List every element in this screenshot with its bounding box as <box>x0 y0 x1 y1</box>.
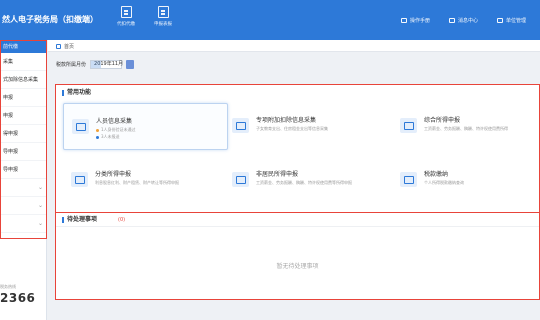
todo-count: (0) <box>118 217 126 223</box>
card-nonresident-income[interactable]: 非居民所得申报 工资薪金、劳务报酬、稿酬、特许权使用费等所得申报 <box>224 157 389 204</box>
info-dot-icon <box>96 135 99 139</box>
tax-period-select[interactable]: 2019年11月 <box>90 60 123 69</box>
todo-header: 待处理事项 (0) <box>56 213 539 227</box>
card-personnel-info[interactable]: 人员信息采集 1人身份验证未通过 3人未报送 <box>63 103 228 150</box>
home-icon <box>56 44 61 49</box>
breadcrumb-home: 首页 <box>64 44 75 50</box>
sidebar-item-report-1[interactable]: 申报 <box>1 89 46 107</box>
sidebar-item-report-2[interactable]: 申报 <box>1 107 46 125</box>
panel-title: 常用功能 <box>62 90 91 96</box>
sidebar-menu: 前代缴 采集 式加除信息采集 申报 申报 得申报 导申报 导申报 ⌄ ⌄ ⌄ ⌄ <box>0 40 47 239</box>
sidebar-item-group-1[interactable]: ⌄ <box>1 179 46 197</box>
unit-manage-link[interactable]: 单位管理 <box>497 17 526 24</box>
sidebar-item-income-report[interactable]: 得申报 <box>1 125 46 143</box>
tax-period: 税款所属月份 2019年11月 <box>56 60 135 69</box>
hotline-number: 2366 <box>0 291 36 305</box>
manual-link[interactable]: 操作手册 <box>401 17 430 24</box>
withholding-button[interactable]: 代扣代缴 <box>109 6 143 36</box>
document-icon <box>120 6 132 18</box>
edit-form-icon <box>232 172 249 187</box>
card-title: 非居民所得申报 <box>256 171 299 178</box>
building-icon <box>497 18 503 23</box>
card-tax-payment[interactable]: 税款缴纳 个人所得税款缴纳查询 <box>392 157 540 204</box>
sidebar-item-label: 申报 <box>3 113 14 119</box>
card-title: 人员信息采集 <box>96 118 133 125</box>
sidebar-item-label: 式加除信息采集 <box>3 77 39 83</box>
sidebar-item-label: 导申报 <box>3 167 19 173</box>
app-title: 然人电子税务局（扣缴端） <box>2 15 98 24</box>
card-detail: 3人未报送 <box>96 134 120 140</box>
chevron-down-icon: ⌄ <box>37 202 43 209</box>
report-form-button-label: 申报表报 <box>154 22 172 27</box>
sidebar-item-guide-report-1[interactable]: 导申报 <box>1 143 46 161</box>
todo-title: 待处理事项 <box>62 217 97 223</box>
sidebar-item-deduction[interactable]: 式加除信息采集 <box>1 71 46 89</box>
mail-icon <box>449 18 455 23</box>
manual-link-label: 操作手册 <box>410 18 431 24</box>
card-detail: 利息股息红利、财产租赁、财产转让等所得申报 <box>95 180 179 185</box>
breadcrumb[interactable]: 首页 <box>56 43 74 50</box>
sidebar-item-guide-report-2[interactable]: 导申报 <box>1 161 46 179</box>
sidebar-item-group-4[interactable]: ⌄ <box>1 233 46 238</box>
sidebar-item-label: 得申报 <box>3 131 19 137</box>
sidebar: 前代缴 采集 式加除信息采集 申报 申报 得申报 导申报 导申报 ⌄ ⌄ ⌄ ⌄… <box>0 40 47 320</box>
warning-dot-icon <box>96 128 99 132</box>
withholding-button-label: 代扣代缴 <box>117 22 135 27</box>
sidebar-item-label: 导申报 <box>3 149 19 155</box>
card-special-deduction[interactable]: 专项附加扣除信息采集 子女教育支出、住房租金支出等信息采集 <box>224 103 389 150</box>
edit-form-icon <box>71 172 88 187</box>
todo-panel: 待处理事项 (0) 暂无待处理事项 <box>55 212 540 300</box>
id-card-icon <box>232 118 249 133</box>
breadcrumb-bar: 首页 <box>48 40 540 52</box>
card-title: 分类所得申报 <box>95 171 132 178</box>
sidebar-item-group-2[interactable]: ⌄ <box>1 197 46 215</box>
message-center-label: 消息中心 <box>458 18 479 24</box>
card-title: 综合所得申报 <box>424 117 461 124</box>
card-detail: 子女教育支出、住房租金支出等信息采集 <box>256 126 328 131</box>
report-icon <box>400 118 417 133</box>
report-form-button[interactable]: 申报表报 <box>146 6 180 36</box>
todo-empty-text: 暂无待处理事项 <box>276 263 319 270</box>
chevron-down-icon: ⌄ <box>37 184 43 191</box>
sidebar-item-group-3[interactable]: ⌄ <box>1 215 46 233</box>
card-detail: 个人所得税款缴纳查询 <box>424 180 464 185</box>
card-detail: 1人身份验证未通过 <box>96 127 136 133</box>
card-comprehensive-income[interactable]: 综合所得申报 工资薪金、劳务报酬、稿酬、特许权使用费所得 <box>392 103 540 150</box>
card-title: 税款缴纳 <box>424 171 449 178</box>
top-bar: 然人电子税务局（扣缴端） 代扣代缴 申报表报 操作手册 消息中心 单位管理 <box>0 0 540 40</box>
person-card-icon <box>72 119 89 134</box>
payment-icon <box>400 172 417 187</box>
card-detail: 工资薪金、劳务报酬、稿酬、特许权使用费所得 <box>424 126 508 131</box>
tax-period-label: 税款所属月份 <box>56 62 87 68</box>
sidebar-item-label: 申报 <box>3 95 14 101</box>
message-center-link[interactable]: 消息中心 <box>449 17 478 24</box>
card-title: 专项附加扣除信息采集 <box>256 117 317 124</box>
sidebar-item-personnel[interactable]: 采集 <box>1 53 46 71</box>
chevron-down-icon: ⌄ <box>37 220 43 227</box>
main-content: 首页 税款所属月份 2019年11月 常用功能 人员信息采集 1人身份验证未通过… <box>48 40 540 320</box>
hotline-label: 税务热线 <box>0 284 16 289</box>
calendar-button[interactable] <box>126 60 135 69</box>
book-icon <box>401 18 407 23</box>
chevron-down-icon: ⌄ <box>38 233 43 238</box>
sidebar-item-label: 采集 <box>3 59 14 65</box>
card-classified-income[interactable]: 分类所得申报 利息股息红利、财产租赁、财产转让等所得申报 <box>63 157 228 204</box>
card-detail: 工资薪金、劳务报酬、稿酬、特许权使用费等所得申报 <box>256 180 352 185</box>
excel-icon <box>157 6 169 18</box>
unit-manage-label: 单位管理 <box>506 18 527 24</box>
sidebar-item-active[interactable]: 前代缴 <box>1 41 46 53</box>
